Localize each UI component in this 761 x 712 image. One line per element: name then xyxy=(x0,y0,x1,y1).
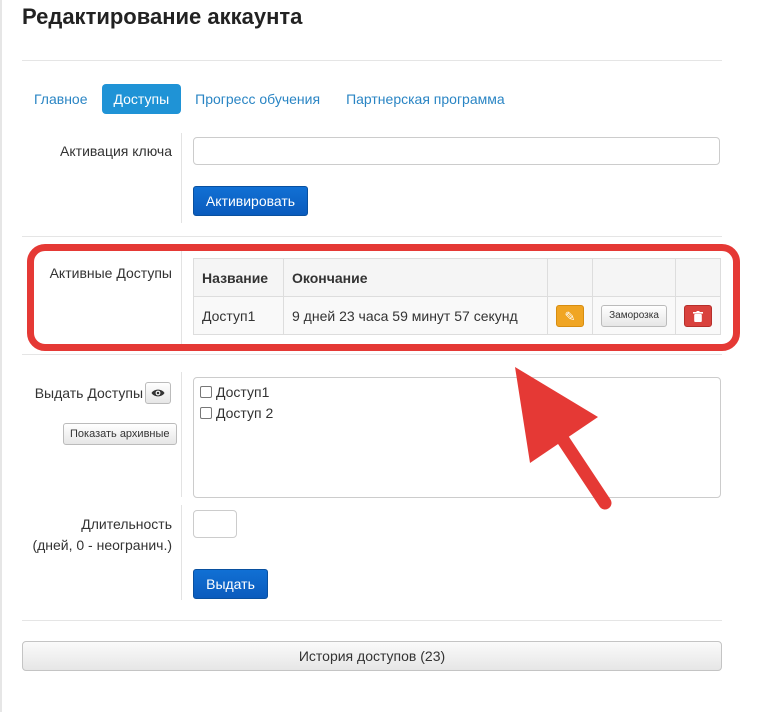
arrow-annotation xyxy=(515,367,612,510)
access-history-button[interactable]: История доступов (23) xyxy=(22,641,722,671)
column-header-freeze xyxy=(592,258,676,297)
column-divider xyxy=(181,250,182,350)
eye-icon xyxy=(151,389,165,397)
column-header-delete xyxy=(675,258,721,297)
access-checkbox[interactable] xyxy=(200,385,212,398)
access-name-cell: Доступ1 xyxy=(193,296,284,335)
duration-hint: (дней, 0 - неогранич.) xyxy=(32,537,172,553)
access-ending-cell: 9 дней 23 часа 59 минут 57 секунд xyxy=(283,296,548,335)
column-header-name: Название xyxy=(193,258,284,297)
active-access-label: Активные Доступы xyxy=(49,265,172,281)
duration-label: Длительность xyxy=(81,516,172,532)
page-left-border xyxy=(0,0,2,712)
column-header-edit xyxy=(547,258,593,297)
column-divider xyxy=(181,505,182,600)
active-access-table: Название Окончание Доступ1 9 дней 23 час… xyxy=(193,258,721,335)
column-divider xyxy=(181,372,182,497)
access-checkbox[interactable] xyxy=(200,406,212,419)
delete-cell xyxy=(675,296,721,335)
access-option-label: Доступ1 xyxy=(216,383,270,400)
page-title: Редактирование аккаунта xyxy=(22,4,303,29)
tab-access[interactable]: Доступы xyxy=(101,84,182,114)
grant-access-label: Выдать Доступы xyxy=(34,385,143,401)
column-divider xyxy=(181,133,182,223)
list-item[interactable]: Доступ1 xyxy=(200,381,714,402)
toggle-visibility-button[interactable] xyxy=(145,382,171,404)
grant-button[interactable]: Выдать xyxy=(193,569,268,599)
freeze-cell: Заморозка xyxy=(592,296,676,335)
tab-learning-progress[interactable]: Прогресс обучения xyxy=(183,84,332,114)
table-header-row: Название Окончание xyxy=(193,258,721,297)
activate-button[interactable]: Активировать xyxy=(193,186,308,216)
key-activation-input[interactable] xyxy=(193,137,720,165)
divider xyxy=(22,60,722,61)
table-row: Доступ1 9 дней 23 часа 59 минут 57 секун… xyxy=(193,296,721,335)
edit-button[interactable]: ✎ xyxy=(556,304,584,327)
pencil-icon: ✎ xyxy=(564,308,576,324)
show-archived-button[interactable]: Показать архивные xyxy=(63,423,177,445)
tab-bar: Главное Доступы Прогресс обучения Партне… xyxy=(22,84,519,114)
tab-main[interactable]: Главное xyxy=(22,84,100,114)
access-option-label: Доступ 2 xyxy=(216,404,274,421)
key-activation-label: Активация ключа xyxy=(60,143,172,159)
duration-input[interactable] xyxy=(193,510,237,538)
list-item[interactable]: Доступ 2 xyxy=(200,402,714,423)
divider xyxy=(22,620,722,621)
edit-cell: ✎ xyxy=(547,296,593,335)
tab-partner-program[interactable]: Партнерская программа xyxy=(334,84,517,114)
delete-button[interactable] xyxy=(684,304,712,327)
freeze-button[interactable]: Заморозка xyxy=(601,304,667,327)
divider xyxy=(22,236,722,237)
column-header-ending: Окончание xyxy=(283,258,548,297)
trash-icon xyxy=(693,310,703,322)
access-select-list[interactable]: Доступ1 Доступ 2 xyxy=(193,377,721,498)
